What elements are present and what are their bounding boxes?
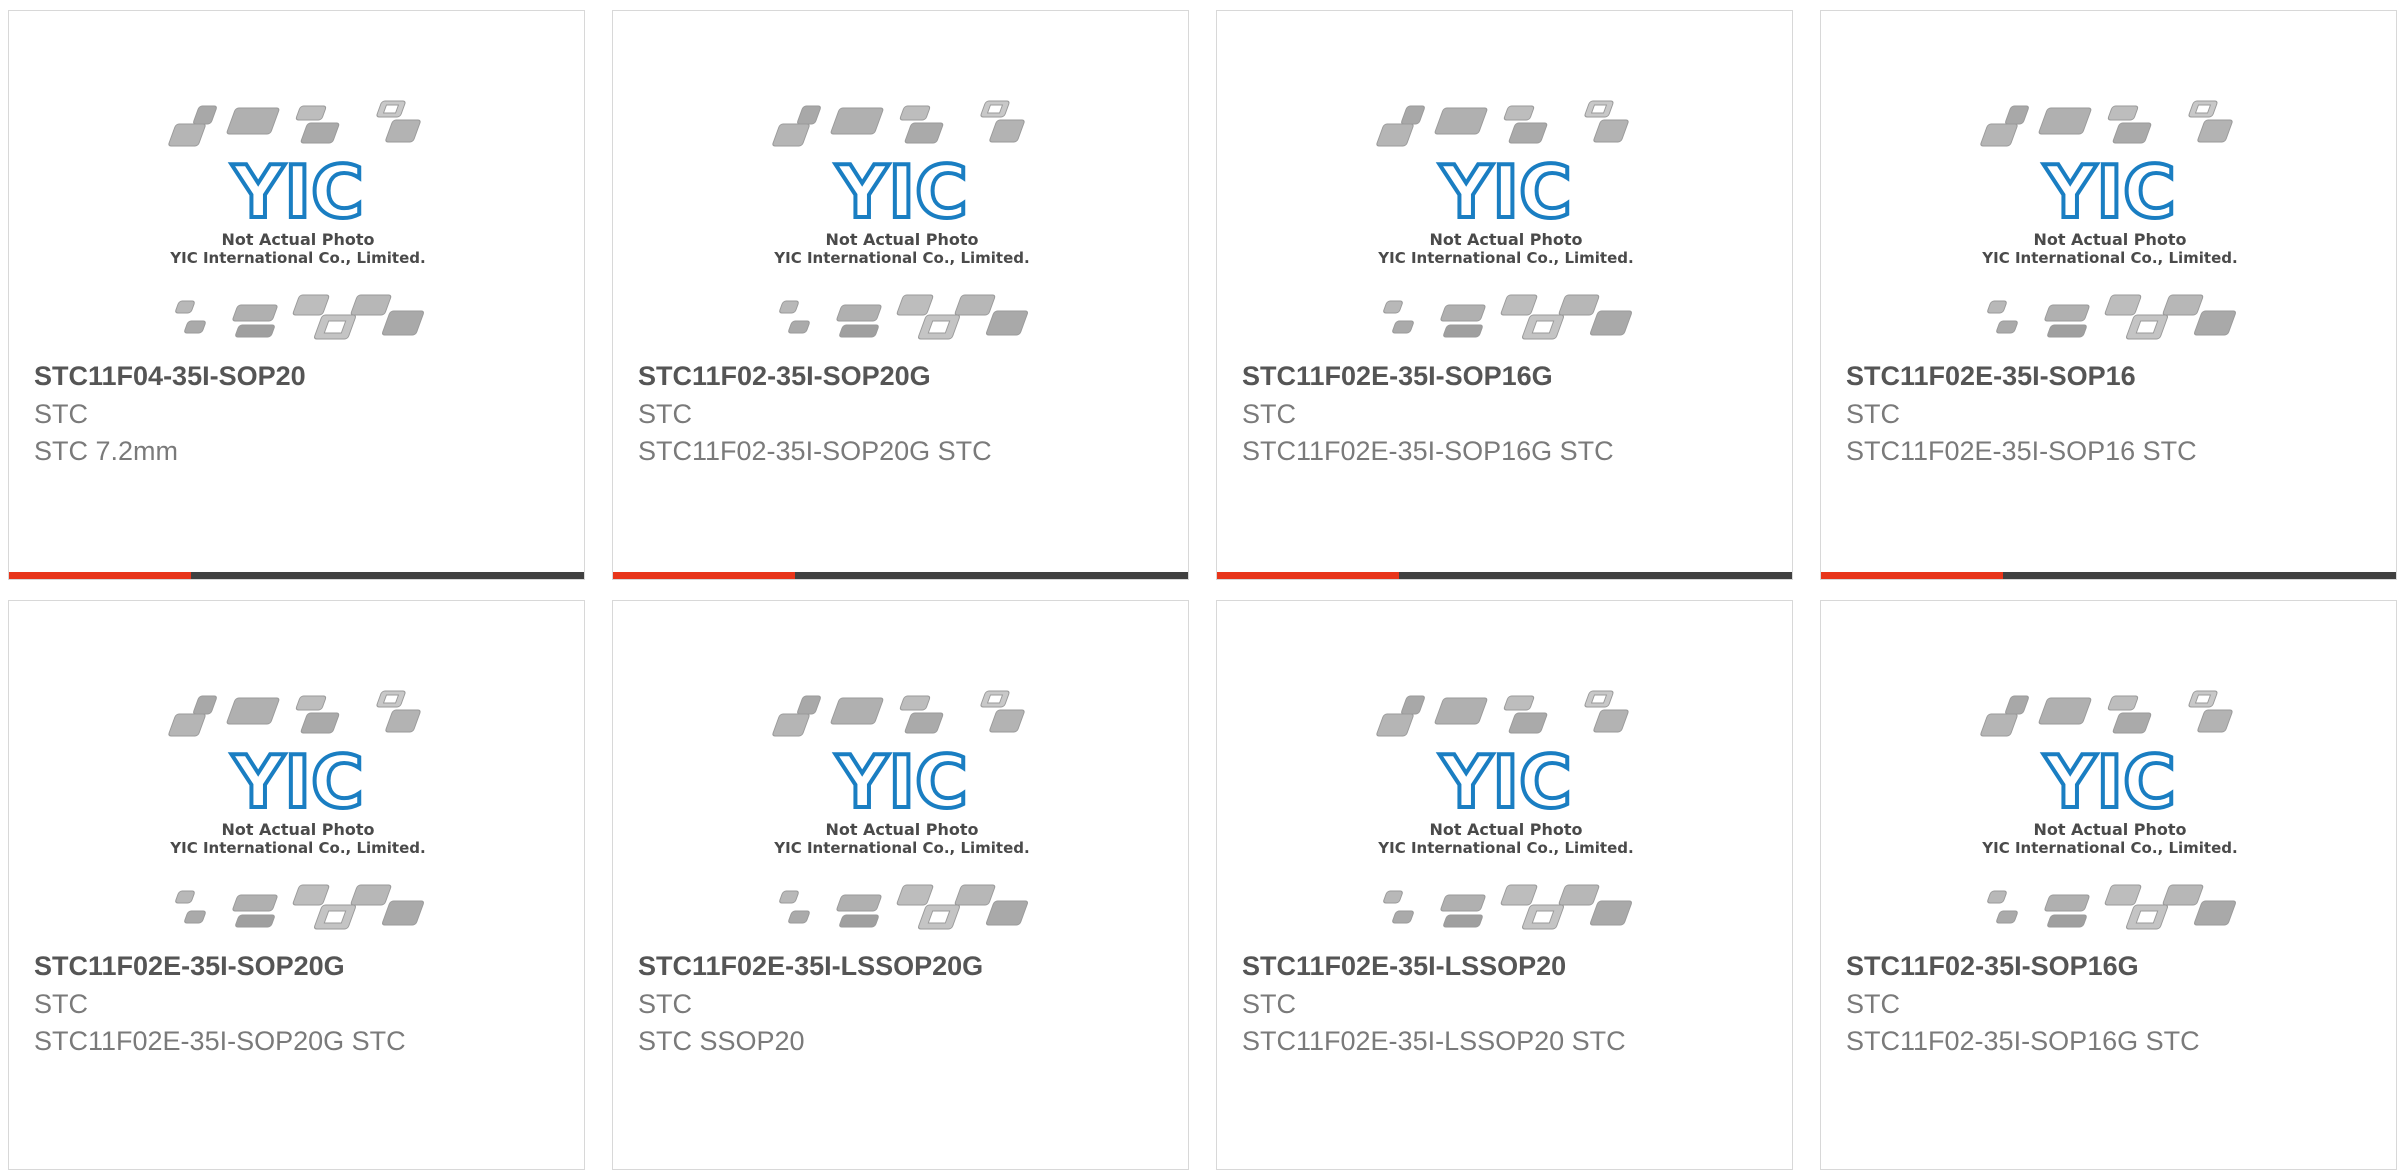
placeholder-company: YIC International Co., Limited. [1377,839,1633,857]
product-part-number[interactable]: STC11F02-35I-SOP20G [638,361,931,392]
placeholder-artwork: YICNot Actual PhotoYIC International Co.… [168,690,426,930]
product-part-number[interactable]: STC11F02E-35I-SOP16 [1846,361,2136,392]
product-description: STC11F02E-35I-SOP20G STC [34,1026,406,1056]
card-progress-bar [1217,572,1792,579]
yic-logo-icon: YIC [1439,150,1572,234]
product-card[interactable]: YIC Not Actual Photo YIC International Co.… [1820,10,2397,580]
product-card[interactable]: YIC Not Actual Photo YIC International Co.… [8,600,585,1170]
yic-logo-icon: YIC [835,740,968,824]
product-placeholder-image: YIC Not Actual Photo YIC International Co.… [1977,99,2243,351]
placeholder-company: YIC International Co., Limited. [169,839,425,857]
placeholder-company: YIC International Co., Limited. [1377,249,1633,267]
card-bar-accent [9,572,191,579]
product-part-number[interactable]: STC11F04-35I-SOP20 [34,361,306,392]
product-brand: STC [1846,399,1900,429]
placeholder-caption: Not Actual Photo [2033,820,2186,839]
product-description: STC11F02E-35I-LSSOP20 STC [1242,1026,1626,1056]
placeholder-artwork: YICNot Actual PhotoYIC International Co.… [1980,100,2238,340]
product-placeholder-image: YIC Not Actual Photo YIC International Co.… [769,689,1035,941]
placeholder-caption: Not Actual Photo [221,820,374,839]
product-brand: STC [34,989,88,1019]
product-grid: YIC Not Actual Photo YIC International Co.… [0,0,2400,1170]
product-description: STC11F02E-35I-SOP16 STC [1846,436,2197,466]
product-brand: STC [638,989,692,1019]
placeholder-caption: Not Actual Photo [1429,230,1582,249]
product-description: STC11F02-35I-SOP20G STC [638,436,992,466]
product-placeholder-image: YIC Not Actual Photo YIC International Co.… [1373,689,1639,941]
product-placeholder-image: YIC Not Actual Photo YIC International Co.… [165,99,431,351]
product-card[interactable]: YIC Not Actual Photo YIC International Co.… [612,10,1189,580]
yic-logo-icon: YIC [1439,740,1572,824]
placeholder-artwork: YICNot Actual PhotoYIC International Co.… [772,690,1030,930]
placeholder-company: YIC International Co., Limited. [169,249,425,267]
placeholder-caption: Not Actual Photo [221,230,374,249]
yic-logo-icon: YIC [835,150,968,234]
product-card[interactable]: YIC Not Actual Photo YIC International Co.… [612,600,1189,1170]
product-placeholder-image: YIC Not Actual Photo YIC International Co.… [165,689,431,941]
product-placeholder-image: YIC Not Actual Photo YIC International Co.… [769,99,1035,351]
product-card[interactable]: YIC Not Actual Photo YIC International Co.… [1216,600,1793,1170]
placeholder-caption: Not Actual Photo [825,230,978,249]
card-bar-accent [613,572,795,579]
product-brand: STC [1242,399,1296,429]
placeholder-artwork: YICNot Actual PhotoYIC International Co.… [1376,100,1634,340]
yic-logo-icon: YIC [2043,150,2176,234]
product-card[interactable]: YIC Not Actual Photo YIC International Co.… [1820,600,2397,1170]
placeholder-caption: Not Actual Photo [1429,820,1582,839]
placeholder-artwork: YICNot Actual PhotoYIC International Co.… [772,100,1030,340]
placeholder-company: YIC International Co., Limited. [773,839,1029,857]
product-placeholder-image: YIC Not Actual Photo YIC International Co.… [1977,689,2243,941]
card-progress-bar [613,572,1188,579]
product-part-number[interactable]: STC11F02E-35I-SOP20G [34,951,345,982]
product-part-number[interactable]: STC11F02E-35I-LSSOP20 [1242,951,1566,982]
placeholder-company: YIC International Co., Limited. [1981,839,2237,857]
placeholder-artwork: YICNot Actual PhotoYIC International Co.… [168,100,426,340]
product-card[interactable]: YIC Not Actual Photo YIC International Co.… [1216,10,1793,580]
product-card[interactable]: YIC Not Actual Photo YIC International Co.… [8,10,585,580]
product-description: STC SSOP20 [638,1026,805,1056]
product-placeholder-image: YIC Not Actual Photo YIC International Co.… [1373,99,1639,351]
placeholder-artwork: YICNot Actual PhotoYIC International Co.… [1980,690,2238,930]
product-part-number[interactable]: STC11F02E-35I-SOP16G [1242,361,1553,392]
placeholder-company: YIC International Co., Limited. [1981,249,2237,267]
product-part-number[interactable]: STC11F02E-35I-LSSOP20G [638,951,983,982]
placeholder-caption: Not Actual Photo [2033,230,2186,249]
yic-logo-icon: YIC [231,150,364,234]
product-brand: STC [1846,989,1900,1019]
product-description: STC 7.2mm [34,436,179,466]
product-description: STC11F02E-35I-SOP16G STC [1242,436,1614,466]
placeholder-artwork: YICNot Actual PhotoYIC International Co.… [1376,690,1634,930]
placeholder-caption: Not Actual Photo [825,820,978,839]
product-description: STC11F02-35I-SOP16G STC [1846,1026,2200,1056]
product-brand: STC [638,399,692,429]
placeholder-company: YIC International Co., Limited. [773,249,1029,267]
yic-logo-icon: YIC [231,740,364,824]
product-part-number[interactable]: STC11F02-35I-SOP16G [1846,951,2139,982]
product-brand: STC [1242,989,1296,1019]
card-progress-bar [1821,572,2396,579]
yic-logo-icon: YIC [2043,740,2176,824]
card-bar-accent [1821,572,2003,579]
card-progress-bar [9,572,584,579]
card-bar-accent [1217,572,1399,579]
product-brand: STC [34,399,88,429]
